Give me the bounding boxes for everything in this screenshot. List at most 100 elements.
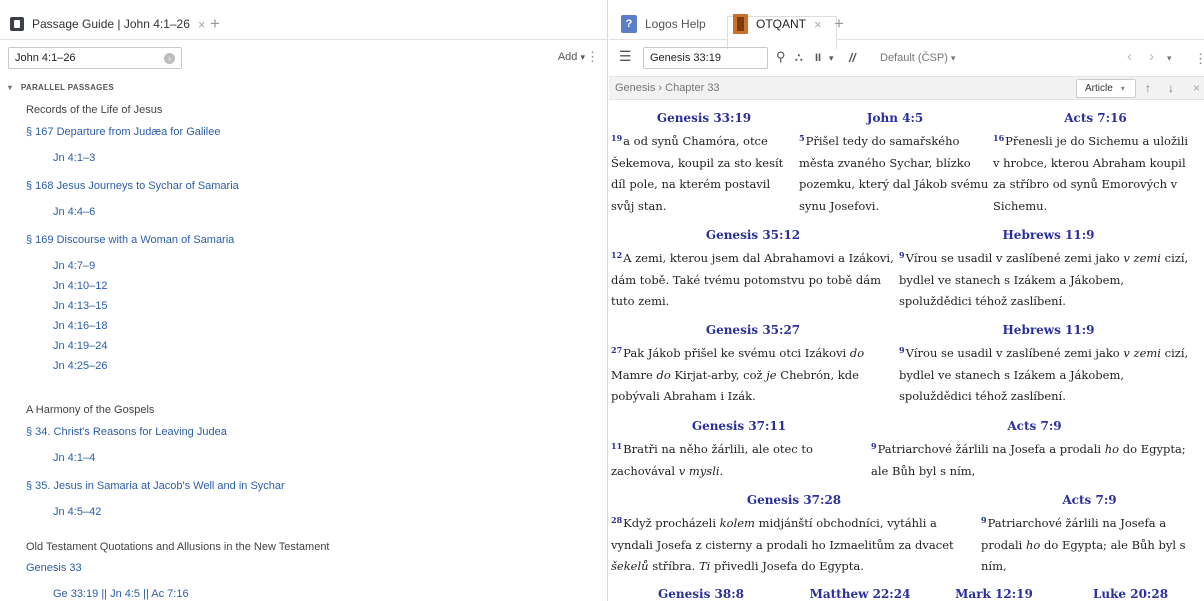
passage-reference-link[interactable]: Acts 7:9 [981,490,1198,510]
chevron-down-icon[interactable]: ▾ [829,53,834,64]
reference-input[interactable]: John 4:1–26 › [8,47,182,69]
parallel-passage: Hebrews 11:9 9Vírou se usadil v zaslíbené… [899,225,1198,313]
passage-text: 9Patriarchové žárlili na Josefa a prodal… [981,510,1198,578]
previous-article-icon[interactable]: ↑ [1145,81,1151,95]
passage-reference-link[interactable]: Hebrews 11:9 [899,320,1198,340]
passage-reference-link[interactable]: Mark 12:19 [929,584,1059,601]
go-icon[interactable]: › [164,53,175,64]
left-toolbar: John 4:1–26 › Add ▾ ⋮ [0,44,607,72]
next-article-icon[interactable]: ↓ [1168,81,1174,95]
verse-number[interactable]: 28 [611,515,622,525]
parallel-passage: Genesis 38:8 [611,584,791,601]
passage-link[interactable]: § 167 Departure from Judæa for Galilee [26,126,220,138]
verse-number[interactable]: 5 [799,133,805,143]
new-tab-button[interactable]: + [834,8,844,40]
tab-title: Logos Help [645,17,706,31]
section-header[interactable]: ▾ PARALLEL PASSAGES [8,83,114,92]
add-button[interactable]: Add ▾ [558,51,585,63]
passage-reference-link[interactable]: Genesis 37:11 [611,416,867,436]
visual-filter-icon[interactable]: ∴ [795,51,803,65]
passage-reference-link[interactable]: Genesis 35:27 [611,320,895,340]
passage-link[interactable]: Jn 4:1–4 [53,452,95,464]
passage-link[interactable]: Jn 4:5–42 [53,506,101,518]
parallel-resources-icon[interactable]: II [815,52,821,64]
passage-link[interactable]: Jn 4:13–15 [53,300,107,312]
passage-link[interactable]: Ge 33:19 || Jn 4:5 || Ac 7:16 [53,588,189,600]
verse-text: Vírou se usadil v zaslíbené zemi jako v … [899,346,1189,403]
passage-link[interactable]: Jn 4:19–24 [53,340,107,352]
parallel-passage: Matthew 22:24 [795,584,925,601]
reference-input-value: John 4:1–26 [15,52,76,64]
verse-text: Bratři na něho žárlili, ale otec to zach… [611,442,813,478]
verse-number[interactable]: 9 [899,345,905,355]
verse-number[interactable]: 19 [611,133,622,143]
forward-icon[interactable]: › [1149,48,1154,65]
tab-logos-help[interactable]: ? Logos Help [621,8,706,40]
passage-reference-link[interactable]: Acts 7:16 [993,108,1198,128]
parallel-passage: Luke 20:28 [1063,584,1198,601]
new-tab-button[interactable]: + [210,8,220,40]
add-button-label: Add [557,51,578,63]
passage-reference-link[interactable]: Matthew 22:24 [795,584,925,601]
passage-link[interactable]: Genesis 33 [26,562,82,574]
resource-heading: A Harmony of the Gospels [26,404,155,416]
passage-reference-link[interactable]: Genesis 37:28 [611,490,977,510]
passage-link[interactable]: § 168 Jesus Journeys to Sychar of Samari… [26,180,239,192]
verse-number[interactable]: 9 [871,441,877,451]
verse-text: Přišel tedy do samařského města zvaného … [799,134,989,213]
passage-text: 12A zemi, kterou jsem dal Abrahamovi a I… [611,245,895,313]
verse-number[interactable]: 12 [611,250,622,260]
passage-reference-link[interactable]: Acts 7:9 [871,416,1198,436]
passage-text: 28Když procházeli kolem midjánští obchod… [611,510,977,578]
passage-link[interactable]: Jn 4:16–18 [53,320,107,332]
passage-text: 5Přišel tedy do samařského města zvaného… [799,128,991,217]
passage-guide-panel: Passage Guide | John 4:1–26 × + John 4:1… [0,0,608,601]
more-menu-icon[interactable]: ⋮ [1194,51,1204,67]
text-comparison-icon[interactable]: // [849,51,856,65]
chevron-down-icon: ▾ [1120,84,1125,93]
passage-reference-link[interactable]: John 4:5 [799,108,991,128]
article-dropdown[interactable]: Article ▾ [1076,79,1136,98]
verse-text: Pak Jákob přišel ke svému otci Izákovi d… [611,346,865,403]
search-icon[interactable]: ⚲ [776,49,786,65]
verse-text: Když procházeli kolem midjánští obchodní… [611,516,954,573]
collapse-toggle-icon[interactable]: ▾ [8,83,12,92]
passage-link[interactable]: § 35. Jesus in Samaria at Jacob's Well a… [26,480,285,492]
back-icon[interactable]: ‹ [1127,48,1132,65]
verse-number[interactable]: 11 [611,441,622,451]
tab-passage-guide[interactable]: Passage Guide | John 4:1–26 × [10,8,206,40]
panel-menu-icon[interactable]: ☰ [619,48,632,65]
passage-text: 9Patriarchové žárlili na Josefa a prodal… [871,436,1198,482]
parallel-passage: John 4:5 5Přišel tedy do samařského města… [799,108,991,217]
reference-input[interactable]: Genesis 33:19 [643,47,768,69]
verse-number[interactable]: 9 [981,515,987,525]
passage-reference-link[interactable]: Genesis 35:12 [611,225,895,245]
passage-link[interactable]: § 34. Christ's Reasons for Leaving Judea [26,426,227,438]
tab-otqant[interactable]: OTQANT × [733,8,822,40]
verse-number[interactable]: 9 [899,250,905,260]
left-tab-bar: Passage Guide | John 4:1–26 × + [0,8,607,40]
parallel-passage: Genesis 37:28 28Když procházeli kolem mid… [611,490,977,578]
passage-reference-link[interactable]: Luke 20:28 [1063,584,1198,601]
passage-guide-icon [10,17,24,31]
passage-reference-link[interactable]: Genesis 38:8 [611,584,791,601]
parallel-passage: Genesis 37:11 11Bratři na něho žárlili, a… [611,416,867,482]
passage-link[interactable]: Jn 4:7–9 [53,260,95,272]
passage-link[interactable]: § 169 Discourse with a Woman of Samaria [26,234,234,246]
breadcrumb[interactable]: Genesis › Chapter 33 [615,82,720,94]
verse-number[interactable]: 27 [611,345,622,355]
translation-dropdown[interactable]: Default (ČSP) ▾ [880,52,955,64]
reference-input-value: Genesis 33:19 [650,52,721,64]
verse-number[interactable]: 16 [993,133,1004,143]
passage-link[interactable]: Jn 4:1–3 [53,152,95,164]
panel-menu-icon[interactable]: ⋮ [586,49,599,65]
passage-link[interactable]: Jn 4:4–6 [53,206,95,218]
close-tab-icon[interactable]: × [814,17,822,32]
close-tab-icon[interactable]: × [198,17,206,32]
passage-link[interactable]: Jn 4:25–26 [53,360,107,372]
passage-reference-link[interactable]: Hebrews 11:9 [899,225,1198,245]
passage-reference-link[interactable]: Genesis 33:19 [611,108,797,128]
history-chevron-icon[interactable]: ▾ [1167,53,1172,64]
passage-link[interactable]: Jn 4:10–12 [53,280,107,292]
close-icon[interactable]: × [1193,81,1200,95]
